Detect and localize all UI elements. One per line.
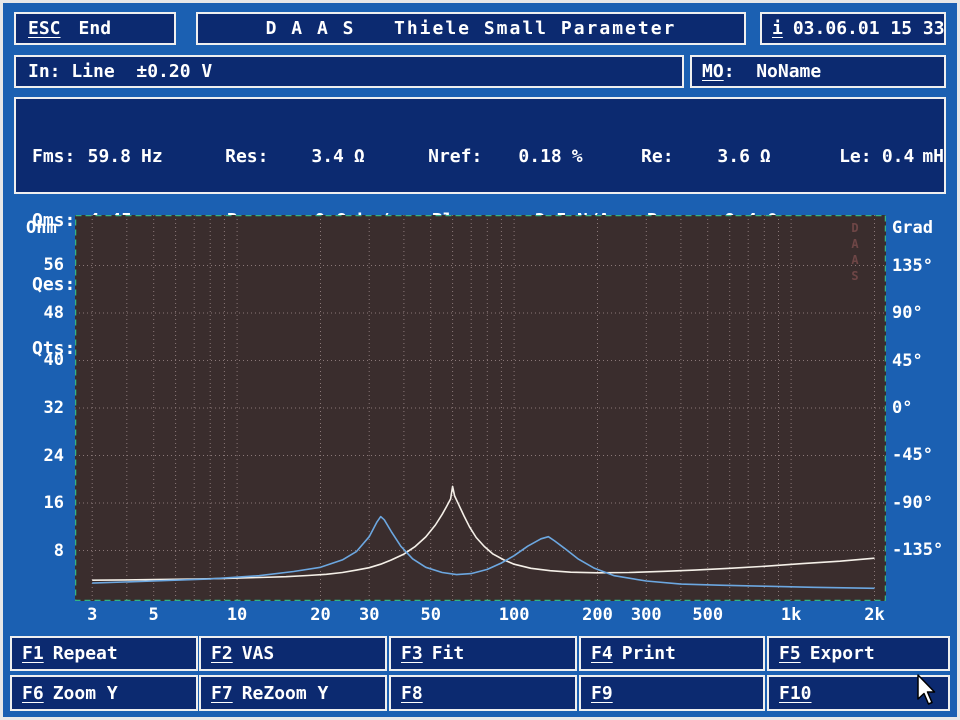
param-unit: mH xyxy=(914,146,944,168)
f2-vas-button[interactable]: F2 VAS xyxy=(199,636,387,671)
param-unit: % xyxy=(562,146,641,168)
mouse-cursor-icon xyxy=(916,674,944,708)
f9-button[interactable]: F9 xyxy=(579,675,765,711)
right-axis-tick: -90° xyxy=(892,492,933,514)
param-label: Res: xyxy=(225,146,279,168)
param-value: 0.18 xyxy=(488,146,562,168)
fkey-action: Export xyxy=(810,643,875,664)
right-axis-tick: -135° xyxy=(892,539,943,561)
f6-zoom-y-button[interactable]: F6 Zoom Y xyxy=(10,675,198,711)
param-value: 0.4 xyxy=(881,146,915,168)
param-value: 3.4 xyxy=(280,146,344,168)
x-axis-tick: 100 xyxy=(484,604,544,626)
fkey-action: VAS xyxy=(242,643,275,664)
param-unit: Hz xyxy=(131,146,225,168)
param-value: 3.6 xyxy=(681,146,750,168)
daas-watermark: DAAS xyxy=(848,221,862,285)
impedance-phase-plot: DAAS xyxy=(75,215,886,601)
mo-value-text: : NoName xyxy=(724,61,822,82)
fkey-label: F10 xyxy=(779,683,812,704)
fkey-label: F8 xyxy=(401,683,423,704)
x-axis-tick: 20 xyxy=(290,604,350,626)
right-axis-tick: -45° xyxy=(892,444,933,466)
fkey-label: F7 xyxy=(211,683,233,704)
plot-canvas xyxy=(75,215,886,601)
input-status-text: In: Line ±0.20 V xyxy=(28,61,212,82)
esc-end-button[interactable]: ESC End xyxy=(14,12,176,45)
f4-print-button[interactable]: F4 Print xyxy=(579,636,765,671)
fkey-action: ReZoom Y xyxy=(242,683,329,704)
fkey-action: Print xyxy=(622,643,676,664)
param-unit: Ω xyxy=(344,146,428,168)
mo-model-button[interactable]: MO : NoName xyxy=(690,55,946,88)
x-axis-tick: 300 xyxy=(616,604,676,626)
f8-button[interactable]: F8 xyxy=(389,675,577,711)
info-datetime-button[interactable]: i 03.06.01 15 33 xyxy=(760,12,946,45)
fkey-label: F3 xyxy=(401,643,423,664)
esc-key-label: ESC xyxy=(28,18,61,39)
param-label: Nref: xyxy=(428,146,487,168)
x-axis-tick: 1k xyxy=(761,604,821,626)
window-title: D A A S Thiele Small Parameter xyxy=(196,12,746,45)
fkey-label: F9 xyxy=(591,683,613,704)
param-unit: Ω xyxy=(750,146,839,168)
fkey-action: Fit xyxy=(432,643,465,664)
title-text: D A A S Thiele Small Parameter xyxy=(266,18,677,39)
fkey-action: Zoom Y xyxy=(53,683,118,704)
left-axis-tick: 8 xyxy=(0,540,64,562)
param-label: Fms: xyxy=(32,146,86,168)
fkey-label: F1 xyxy=(22,643,44,664)
x-axis-tick: 200 xyxy=(567,604,627,626)
x-axis-tick: 500 xyxy=(678,604,738,626)
x-axis-tick: 50 xyxy=(401,604,461,626)
datetime-text: 03.06.01 15 33 xyxy=(793,18,945,39)
fkey-label: F2 xyxy=(211,643,233,664)
x-axis-tick: 2k xyxy=(845,604,905,626)
f3-fit-button[interactable]: F3 Fit xyxy=(389,636,577,671)
param-value: 59.8 xyxy=(86,146,131,168)
parameter-panel: Fms:59.8HzRes:3.4ΩNref:0.18%Re:3.6ΩLe:0.… xyxy=(14,97,946,194)
x-axis-tick: 10 xyxy=(207,604,267,626)
x-axis-tick: 30 xyxy=(339,604,399,626)
f1-repeat-button[interactable]: F1 Repeat xyxy=(10,636,198,671)
f7-rezoom-y-button[interactable]: F7 ReZoom Y xyxy=(199,675,387,711)
fkey-label: F5 xyxy=(779,643,801,664)
param-label: Re: xyxy=(641,146,681,168)
f5-export-button[interactable]: F5 Export xyxy=(767,636,950,671)
info-key-label: i xyxy=(772,18,783,39)
left-axis-tick: 24 xyxy=(0,445,64,467)
input-status-bar[interactable]: In: Line ±0.20 V xyxy=(14,55,684,88)
x-axis-tick: 5 xyxy=(124,604,184,626)
fkey-label: F4 xyxy=(591,643,613,664)
left-axis-tick: 16 xyxy=(0,492,64,514)
esc-action-label: End xyxy=(79,18,112,39)
fkey-label: F6 xyxy=(22,683,44,704)
daas-screen: ESC End D A A S Thiele Small Parameter i… xyxy=(0,0,960,720)
right-axis-title: Grad xyxy=(892,218,933,238)
mo-key-label: MO xyxy=(702,61,724,82)
x-axis-tick: 3 xyxy=(62,604,122,626)
param-label: Le: xyxy=(839,146,881,168)
fkey-action: Repeat xyxy=(53,643,118,664)
left-axis-title: Ohm xyxy=(26,218,57,238)
parameter-row: Fms:59.8HzRes:3.4ΩNref:0.18%Re:3.6ΩLe:0.… xyxy=(32,146,944,168)
